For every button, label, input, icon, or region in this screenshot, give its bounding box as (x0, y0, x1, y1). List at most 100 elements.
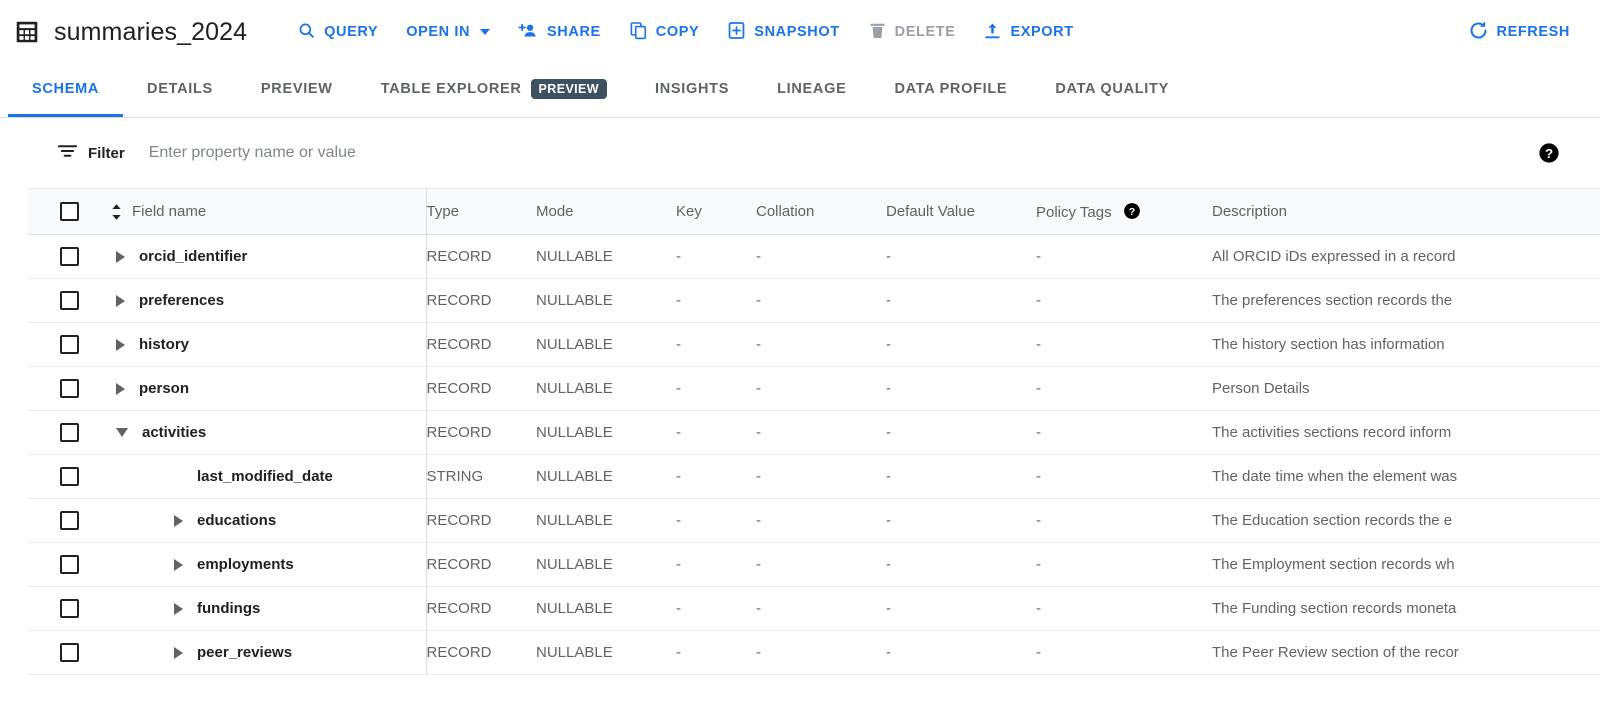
tab-schema-label: SCHEMA (32, 81, 100, 97)
table-row[interactable]: educations RECORD NULLABLE - - - - The Educatio… (28, 498, 1600, 543)
tab-schema[interactable]: SCHEMA (8, 64, 124, 117)
row-checkbox[interactable] (60, 643, 79, 662)
delete-button-label: DELETE (894, 24, 956, 40)
schema-table-body: orcid_identifier RECORD NULLABLE - - - - All OR… (28, 234, 1600, 675)
tab-insights[interactable]: INSIGHTS (631, 64, 753, 117)
tab-table-explorer[interactable]: TABLE EXPLORER PREVIEW (357, 64, 631, 117)
table-row[interactable]: history RECORD NULLABLE - - - - The history sec… (28, 322, 1600, 367)
table-row[interactable]: preferences RECORD NULLABLE - - - - The prefere… (28, 278, 1600, 323)
row-checkbox[interactable] (60, 291, 79, 310)
select-all-checkbox[interactable] (60, 202, 79, 221)
row-checkbox[interactable] (60, 467, 79, 486)
column-header-field-name[interactable]: Field name (84, 188, 427, 235)
trash-icon (868, 21, 887, 44)
query-button-label: QUERY (324, 24, 379, 40)
description-text: The Education section records the e (1212, 512, 1453, 529)
table-row[interactable]: last_modified_date STRING NULLABLE - - - - The … (28, 454, 1600, 499)
collation-cell: - (756, 454, 886, 499)
preview-badge: PREVIEW (530, 78, 607, 100)
table-row[interactable]: employments RECORD NULLABLE - - - - The Employm… (28, 542, 1600, 587)
table-row[interactable]: person RECORD NULLABLE - - - - Person Details (28, 366, 1600, 411)
row-checkbox[interactable] (60, 247, 79, 266)
help-circle-icon[interactable]: ? (1538, 142, 1560, 164)
mode-cell: NULLABLE (536, 234, 676, 279)
query-button[interactable]: QUERY (283, 13, 392, 52)
description-cell: The date time when the element was (1212, 454, 1600, 499)
expand-arrow-icon[interactable] (174, 646, 183, 659)
column-header-mode[interactable]: Mode (536, 188, 676, 235)
tab-data-quality-label: DATA QUALITY (1055, 81, 1169, 97)
table-row[interactable]: peer_reviews RECORD NULLABLE - - - - The Peer R… (28, 630, 1600, 675)
collapse-arrow-icon[interactable] (116, 428, 128, 437)
row-checkbox[interactable] (60, 511, 79, 530)
refresh-button[interactable]: REFRESH (1454, 12, 1585, 53)
copy-icon (629, 21, 648, 44)
snapshot-button[interactable]: SNAPSHOT (713, 13, 853, 52)
schema-table-head: Field name Type Mode Key Collation Defau… (28, 188, 1600, 235)
type-cell: RECORD (426, 366, 536, 411)
collation-cell: - (756, 542, 886, 587)
default-value-cell: - (886, 278, 1036, 323)
field-name-cell: last_modified_date (84, 454, 427, 499)
column-header-mode-label: Mode (536, 203, 574, 220)
row-checkbox[interactable] (60, 379, 79, 398)
table-row[interactable]: activities RECORD NULLABLE - - - - The activiti… (28, 410, 1600, 455)
sort-updown-icon[interactable] (110, 202, 123, 222)
tab-lineage[interactable]: LINEAGE (753, 64, 870, 117)
default-value-cell: - (886, 498, 1036, 543)
share-button[interactable]: SHARE (504, 13, 615, 52)
default-value-cell: - (886, 586, 1036, 631)
filter-input[interactable] (146, 138, 1538, 168)
expand-arrow-icon[interactable] (174, 558, 183, 571)
field-name-cell: employments (84, 542, 427, 587)
export-button-label: EXPORT (1010, 24, 1074, 40)
column-header-policy-tags[interactable]: Policy Tags ? (1036, 188, 1212, 235)
expand-arrow-icon[interactable] (116, 338, 125, 351)
row-checkbox[interactable] (60, 423, 79, 442)
column-header-default-value[interactable]: Default Value (886, 188, 1036, 235)
expand-arrow-icon[interactable] (174, 602, 183, 615)
column-header-key[interactable]: Key (676, 188, 756, 235)
default-value-cell: - (886, 630, 1036, 675)
column-header-default-value-label: Default Value (886, 203, 975, 220)
mode-cell: NULLABLE (536, 630, 676, 675)
delete-button[interactable]: DELETE (854, 13, 970, 52)
row-checkbox[interactable] (60, 555, 79, 574)
key-cell: - (676, 454, 756, 499)
default-value-cell: - (886, 454, 1036, 499)
default-value-cell: - (886, 410, 1036, 455)
row-checkbox[interactable] (60, 599, 79, 618)
refresh-button-label: REFRESH (1496, 24, 1570, 40)
export-button[interactable]: EXPORT (969, 13, 1087, 52)
key-cell: - (676, 542, 756, 587)
table-row[interactable]: orcid_identifier RECORD NULLABLE - - - - All OR… (28, 234, 1600, 279)
column-header-description[interactable]: Description (1212, 188, 1600, 235)
column-header-policy-tags-label: Policy Tags (1036, 204, 1112, 221)
expand-arrow-icon[interactable] (116, 382, 125, 395)
field-name-cell: fundings (84, 586, 427, 631)
expand-arrow-icon[interactable] (174, 514, 183, 527)
policy-tags-help-icon[interactable]: ? (1123, 202, 1141, 220)
type-cell: RECORD (426, 410, 536, 455)
expand-arrow-icon[interactable] (116, 294, 125, 307)
svg-text:?: ? (1545, 146, 1553, 161)
default-value-cell: - (886, 542, 1036, 587)
column-header-collation[interactable]: Collation (756, 188, 886, 235)
tab-details[interactable]: DETAILS (123, 64, 237, 117)
type-cell: STRING (426, 454, 536, 499)
row-checkbox[interactable] (60, 335, 79, 354)
tab-data-profile[interactable]: DATA PROFILE (870, 64, 1031, 117)
table-row[interactable]: fundings RECORD NULLABLE - - - - The Funding se… (28, 586, 1600, 631)
open-in-button[interactable]: OPEN IN (392, 16, 504, 48)
copy-button[interactable]: COPY (615, 13, 714, 52)
key-cell: - (676, 322, 756, 367)
policy-tags-cell: - (1036, 630, 1212, 675)
tab-data-quality[interactable]: DATA QUALITY (1031, 64, 1193, 117)
tab-preview[interactable]: PREVIEW (237, 64, 357, 117)
expand-arrow-icon[interactable] (116, 250, 125, 263)
column-header-type[interactable]: Type (426, 188, 536, 235)
policy-tags-cell: - (1036, 234, 1212, 279)
row-select-cell (28, 498, 84, 543)
filter-button[interactable]: Filter (57, 143, 125, 163)
description-text: The history section has information (1212, 336, 1445, 353)
